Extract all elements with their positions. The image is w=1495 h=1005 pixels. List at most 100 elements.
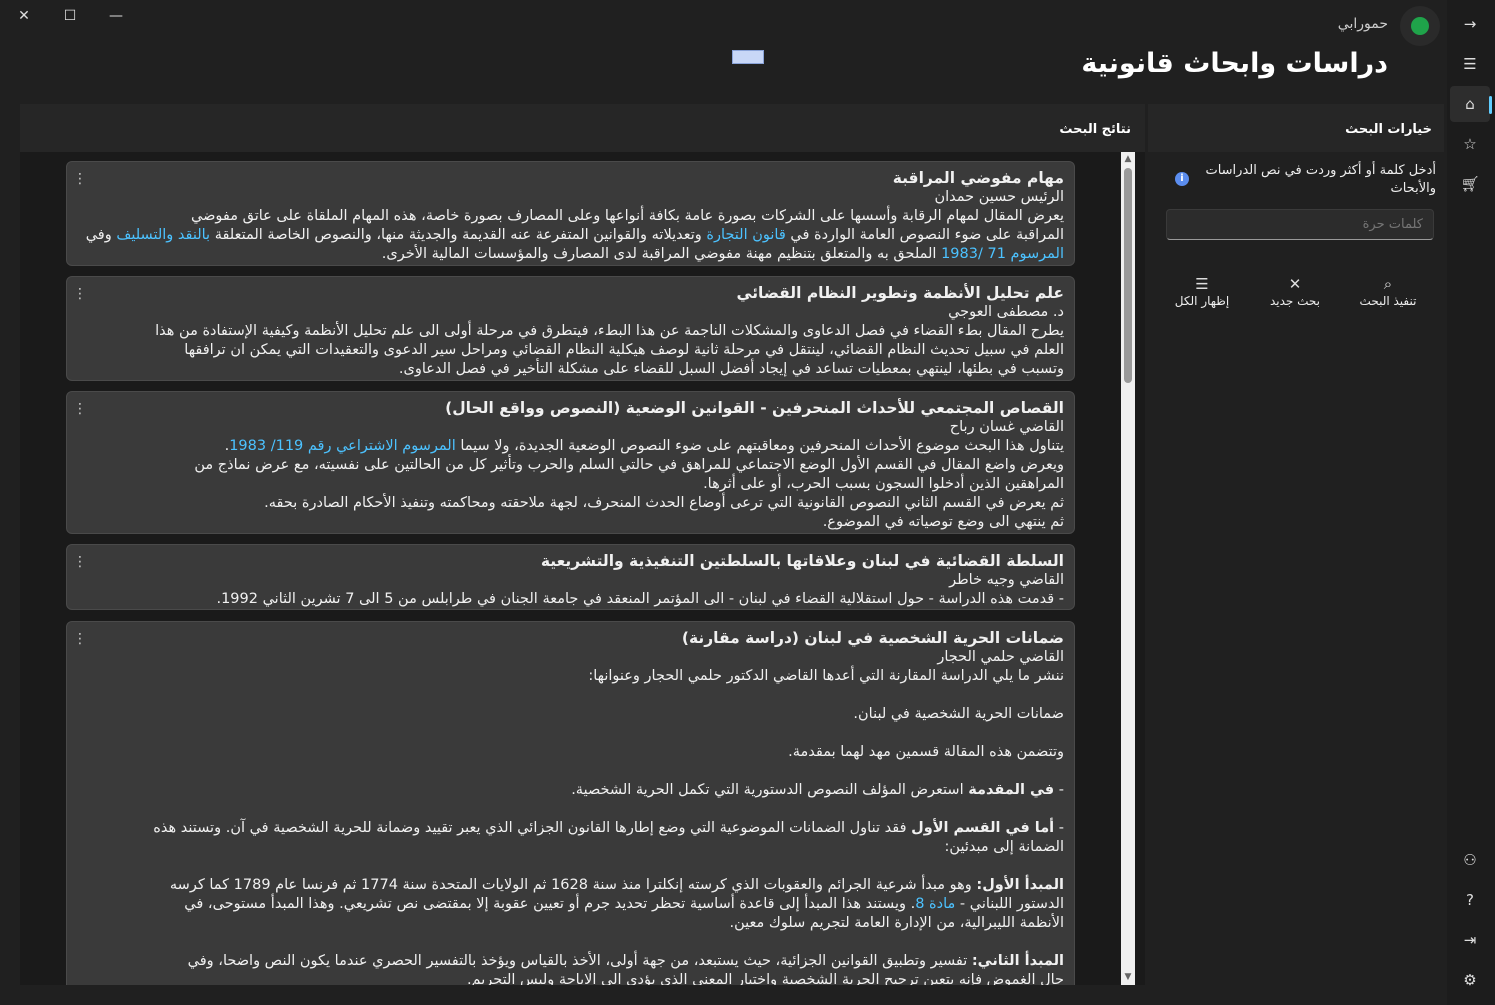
- law-link[interactable]: المرسوم 71 /1983: [941, 246, 1064, 262]
- result-author: الرئيس حسين حمدان: [934, 189, 1064, 205]
- bottom-strip: [0, 985, 1445, 1005]
- result-author: د. مصطفى العوجي: [948, 304, 1064, 320]
- more-options-icon[interactable]: ⋮: [73, 400, 87, 419]
- result-line: ثم يعرض في القسم الثاني النصوص القانونية…: [264, 495, 1064, 511]
- arrow-right-icon[interactable]: →: [1450, 6, 1490, 42]
- drag-handle[interactable]: [732, 50, 764, 64]
- result-text: يتناول هذا البحث موضوع الأحداث المنحرفين…: [460, 438, 1064, 454]
- active-indicator: [1489, 96, 1492, 114]
- search-info: i أدخل كلمة أو أكثر وردت في نص الدراسات …: [1170, 162, 1436, 198]
- maximize-icon[interactable]: ☐: [48, 2, 92, 30]
- result-card[interactable]: ⋮ علم تحليل الأنظمة وتطوير النظام القضائ…: [66, 276, 1075, 381]
- settings-icon[interactable]: ⚙: [1450, 962, 1490, 998]
- app-window: ✕ ☐ — حمورابي دراسات وابحاث قانونية نتائ…: [0, 0, 1495, 1005]
- result-text: وهو مبدأ شرعية الجرائم والعقوبات الذي كر…: [169, 877, 977, 893]
- menu-icon[interactable]: ☰: [1450, 46, 1490, 82]
- result-line: يعرض المقال لمهام الرقابة وأسسها على الش…: [191, 208, 1064, 224]
- minimize-icon[interactable]: —: [94, 2, 138, 30]
- results-header-label: نتائج البحث: [1059, 122, 1131, 137]
- help-icon[interactable]: ?: [1450, 882, 1490, 918]
- scroll-up-icon[interactable]: ▲: [1123, 154, 1133, 164]
- result-line: الضمانة إلى مبدئين:: [944, 839, 1064, 855]
- show-all-button[interactable]: ☰ إظهار الكل: [1157, 274, 1247, 318]
- result-text: المراقبة على ضوء النصوص العامة الواردة ف…: [790, 227, 1064, 243]
- result-title[interactable]: مهام مفوضي المراقبة: [77, 168, 1064, 188]
- scroll-thumb[interactable]: [1124, 168, 1132, 383]
- result-line: - في المقدمة استعرض المؤلف النصوص الدستو…: [77, 781, 1064, 800]
- result-line: وتتضمن هذه المقالة قسمين مهد لهما بمقدمة…: [788, 744, 1064, 760]
- result-author: القاضي غسان رباح: [949, 419, 1064, 435]
- search-icon: ⌕: [1383, 275, 1393, 293]
- result-line: الدستور اللبناني - مادة 8. ويستند هذا ال…: [77, 895, 1064, 914]
- result-line: ويعرض واضع المقال في القسم الأول الوضع ا…: [194, 457, 1064, 473]
- result-card[interactable]: ⋮ السلطة القضائية في لبنان وعلاقاتها بال…: [66, 544, 1075, 610]
- result-text: الملحق به والمتعلق بتنظيم مهنة مفوضي الم…: [381, 246, 937, 262]
- result-title[interactable]: ضمانات الحرية الشخصية في لبنان (دراسة مق…: [77, 628, 1064, 648]
- home-icon[interactable]: ⌂: [1450, 86, 1490, 122]
- list-icon: ☰: [1195, 275, 1209, 293]
- result-line: المبدأ الثاني: تفسير وتطبيق القوانين الج…: [77, 952, 1064, 971]
- result-card[interactable]: ⋮ ضمانات الحرية الشخصية في لبنان (دراسة …: [66, 621, 1075, 991]
- more-options-icon[interactable]: ⋮: [73, 285, 87, 304]
- law-link[interactable]: المرسوم الاشتراعي رقم 119/ 1983: [229, 438, 456, 454]
- nav-sidebar: → ☰ ⌂ ☆ 🛒︎ ⚇ ? ⇥ ⚙: [1447, 0, 1495, 1005]
- law-link[interactable]: مادة 8: [915, 896, 955, 912]
- result-title[interactable]: السلطة القضائية في لبنان وعلاقاتها بالسل…: [77, 551, 1064, 571]
- result-line: ثم ينتهي الى وضع توصياته في الموضوع.: [822, 514, 1064, 530]
- users-icon[interactable]: ⚇: [1450, 842, 1490, 878]
- result-text: الدستور اللبناني -: [959, 896, 1064, 912]
- result-text: . ويستند هذا المبدأ إلى قاعدة أساسية تحظ…: [184, 896, 916, 912]
- result-line: يطرح المقال بطء القضاء في فصل الدعاوى وا…: [155, 323, 1064, 339]
- result-author: القاضي وجيه خاطر: [949, 572, 1064, 588]
- more-options-icon[interactable]: ⋮: [73, 553, 87, 572]
- result-title[interactable]: القصاص المجتمعي للأحداث المنحرفين - القو…: [77, 398, 1064, 418]
- execute-search-button[interactable]: ⌕ تنفيذ البحث: [1343, 274, 1433, 318]
- result-text: استعرض المؤلف النصوص الدستورية التي تكمل…: [571, 782, 969, 798]
- scroll-down-icon[interactable]: ▼: [1123, 972, 1133, 982]
- result-text: وفي: [85, 227, 112, 243]
- more-options-icon[interactable]: ⋮: [73, 170, 87, 189]
- info-icon: i: [1175, 172, 1189, 186]
- result-line: ضمانات الحرية الشخصية في لبنان.: [853, 706, 1064, 722]
- show-all-label: إظهار الكل: [1174, 294, 1230, 308]
- close-icon[interactable]: ✕: [2, 2, 46, 30]
- result-bold: أما في القسم الأول: [911, 820, 1055, 836]
- username: حمورابي: [1337, 16, 1388, 32]
- result-line: يتناول هذا البحث موضوع الأحداث المنحرفين…: [77, 437, 1064, 456]
- law-link[interactable]: قانون التجارة: [706, 227, 785, 243]
- result-text: -: [1054, 782, 1064, 798]
- results-scrollbar[interactable]: ▲ ▼: [1121, 152, 1135, 985]
- result-line: المبدأ الأول: وهو مبدأ شرعية الجرائم وال…: [77, 876, 1064, 895]
- result-bold: في المقدمة: [968, 782, 1055, 798]
- logout-icon[interactable]: ⇥: [1450, 922, 1490, 958]
- new-search-label: بحث جديد: [1269, 294, 1321, 308]
- keywords-input[interactable]: [1166, 209, 1434, 240]
- result-text: وتعديلاته والقوانين المتفرعة عنه القديمة…: [214, 227, 702, 243]
- avatar[interactable]: [1400, 6, 1440, 46]
- result-line: وتسبب في بطئها، لينتهي بمعطيات تساعد في …: [398, 361, 1064, 377]
- result-bold: المبدأ الأول:: [976, 877, 1064, 893]
- result-line: المراقبة على ضوء النصوص العامة الواردة ف…: [77, 226, 1064, 264]
- law-link[interactable]: بالنقد والتسليف: [116, 227, 210, 243]
- search-info-text: أدخل كلمة أو أكثر وردت في نص الدراسات وا…: [1205, 163, 1436, 196]
- result-text: -: [1054, 820, 1064, 836]
- result-bold: المبدأ الثاني:: [971, 953, 1064, 969]
- result-line: الأنظمة الليبرالية، من الإدارة العامة لت…: [729, 915, 1064, 931]
- user-icon: [1411, 17, 1429, 35]
- result-line: ننشر ما يلي الدراسة المقارنة التي أعدها …: [588, 668, 1064, 684]
- cart-icon[interactable]: 🛒︎: [1450, 166, 1490, 202]
- result-author: القاضي حلمي الحجار: [937, 649, 1064, 665]
- result-card[interactable]: ⋮ مهام مفوضي المراقبة الرئيس حسين حمدان …: [66, 161, 1075, 266]
- options-header: خيارات البحث: [1148, 104, 1444, 152]
- new-search-button[interactable]: ✕ بحث جديد: [1250, 274, 1340, 318]
- results-header: نتائج البحث: [20, 104, 1145, 152]
- result-card[interactable]: ⋮ القصاص المجتمعي للأحداث المنحرفين - ال…: [66, 391, 1075, 534]
- result-title[interactable]: علم تحليل الأنظمة وتطوير النظام القضائي: [77, 283, 1064, 303]
- result-line: المراهقين الذين أدخلوا السجون بسبب الحرب…: [703, 476, 1064, 492]
- star-icon[interactable]: ☆: [1450, 126, 1490, 162]
- more-options-icon[interactable]: ⋮: [73, 630, 87, 649]
- result-line: العلم في سبيل تحديث النظام القضائي، لينت…: [184, 342, 1064, 358]
- result-text: تفسير وتطبيق القوانين الجزائية، حيث يستب…: [187, 953, 972, 969]
- options-header-label: خيارات البحث: [1345, 122, 1432, 137]
- close-icon: ✕: [1288, 275, 1302, 293]
